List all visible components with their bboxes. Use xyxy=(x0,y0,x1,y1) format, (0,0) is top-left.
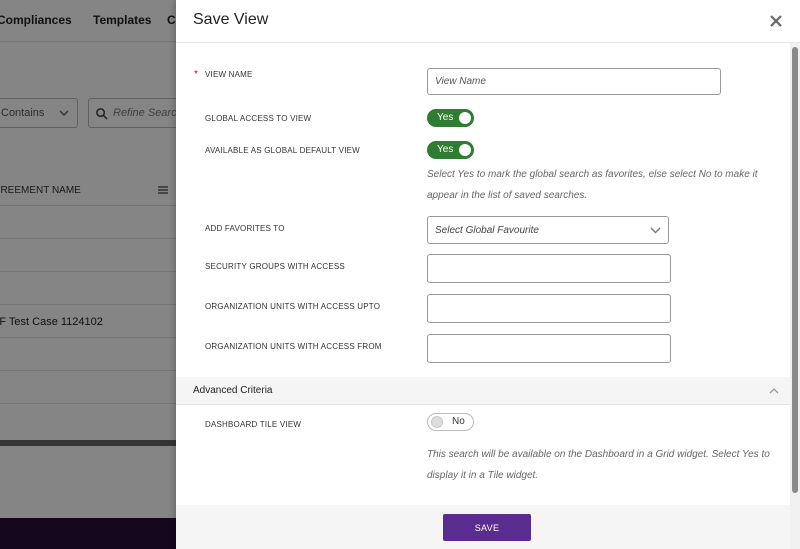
security-groups-input[interactable] xyxy=(427,254,671,283)
close-icon[interactable] xyxy=(768,13,784,29)
global-default-help-text: Select Yes to mark the global search as … xyxy=(427,169,758,201)
dashboard-tile-help-text: This search will be available on the Das… xyxy=(427,449,770,481)
favorites-selected-value: Select Global Favourite xyxy=(435,224,539,236)
security-groups-label: SECURITY GROUPS WITH ACCESS xyxy=(205,262,345,271)
save-view-dialog: Save View * VIEW NAME GLOBAL ACCESS TO V… xyxy=(176,0,800,549)
global-default-toggle[interactable]: Yes xyxy=(427,141,474,159)
chevron-up-icon[interactable] xyxy=(768,385,780,397)
org-units-from-input[interactable] xyxy=(427,334,671,363)
org-units-upto-input[interactable] xyxy=(427,294,671,323)
toggle-state-text: Yes xyxy=(437,144,454,155)
favorites-select[interactable]: Select Global Favourite xyxy=(427,216,669,244)
dialog-footer: SAVE xyxy=(176,505,790,549)
advanced-criteria-title: Advanced Criteria xyxy=(193,385,273,396)
toggle-knob xyxy=(431,416,443,428)
scrollbar-thumb[interactable] xyxy=(792,47,798,493)
toggle-state-text: Yes xyxy=(437,112,454,123)
toggle-state-text: No xyxy=(452,416,465,427)
save-button[interactable]: SAVE xyxy=(443,514,531,541)
global-access-toggle[interactable]: Yes xyxy=(427,109,474,127)
vertical-scrollbar[interactable] xyxy=(790,43,800,549)
org-units-upto-label: ORGANIZATION UNITS WITH ACCESS UPTO xyxy=(205,302,381,311)
view-name-label: VIEW NAME xyxy=(205,70,253,79)
favorites-label: ADD FAVORITES TO xyxy=(205,224,285,233)
dashboard-tile-toggle[interactable]: No xyxy=(427,413,474,431)
toggle-knob xyxy=(459,144,471,156)
advanced-criteria-header[interactable]: Advanced Criteria xyxy=(176,377,790,405)
dialog-header: Save View xyxy=(176,0,800,43)
global-default-label: AVAILABLE AS GLOBAL DEFAULT VIEW xyxy=(205,146,360,155)
global-access-label: GLOBAL ACCESS TO VIEW xyxy=(205,114,312,123)
chevron-down-icon xyxy=(650,227,661,234)
dialog-title: Save View xyxy=(193,11,269,28)
org-units-from-label: ORGANIZATION UNITS WITH ACCESS FROM xyxy=(205,342,382,351)
view-name-input[interactable] xyxy=(427,68,721,95)
dashboard-tile-label: DASHBOARD TILE VIEW xyxy=(205,420,302,429)
toggle-knob xyxy=(459,112,471,124)
required-marker: * xyxy=(194,69,198,80)
